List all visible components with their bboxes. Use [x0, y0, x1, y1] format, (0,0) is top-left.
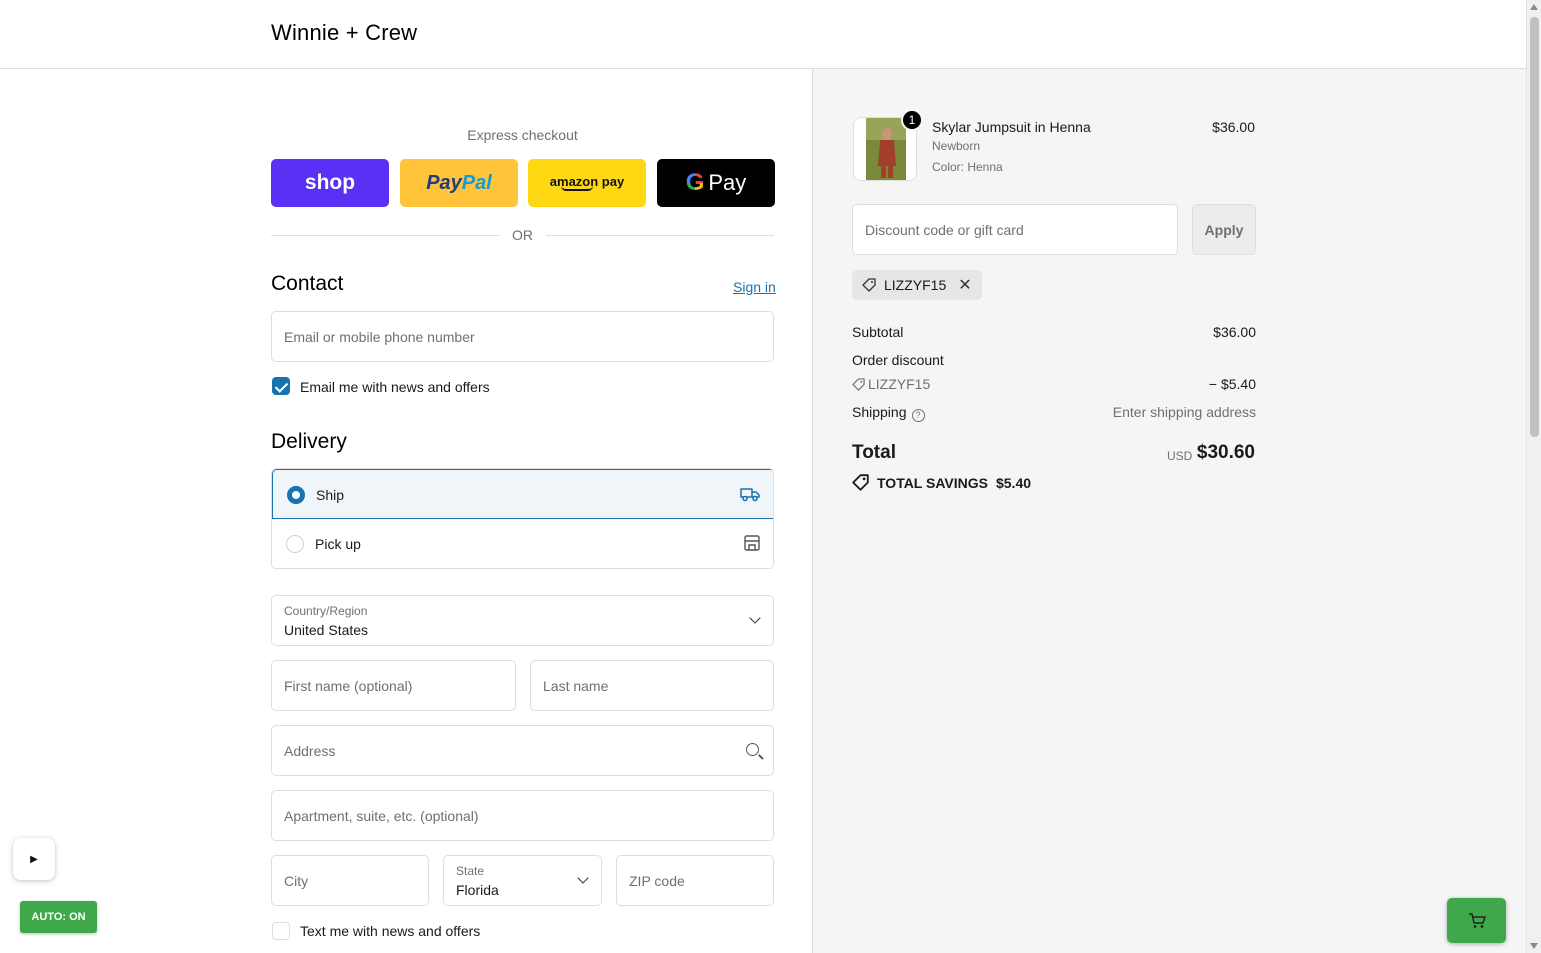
google-pay-label: Pay	[708, 170, 747, 195]
email-field[interactable]	[271, 311, 774, 362]
or-divider: OR	[271, 227, 774, 243]
discount-input[interactable]	[853, 205, 1177, 254]
site-header: Winnie + Crew	[0, 0, 1526, 69]
email-news-checkbox[interactable]	[272, 377, 290, 395]
state-value: Florida	[456, 882, 499, 898]
address-field[interactable]	[271, 725, 774, 776]
subtotal-label: Subtotal	[852, 324, 904, 340]
checkout-form: Express checkout shop Pay Pal amazon pay …	[0, 69, 812, 953]
truck-icon	[740, 488, 760, 502]
order-summary: 1 Skylar Jumpsuit in Henna Newborn Color…	[812, 69, 1526, 953]
shipping-label: Shipping	[852, 404, 907, 420]
contact-title: Contact	[271, 272, 344, 295]
scroll-thumb[interactable]	[1530, 17, 1539, 437]
zip-field[interactable]	[616, 855, 774, 906]
shop-pay-label: shop	[304, 171, 356, 194]
zip-input[interactable]	[617, 856, 773, 905]
delivery-option-pickup[interactable]: Pick up	[272, 519, 773, 568]
email-input[interactable]	[272, 312, 773, 361]
total-label: Total	[852, 442, 896, 463]
product-size: Newborn	[932, 139, 981, 153]
page-scrollbar[interactable]	[1526, 0, 1541, 953]
help-icon[interactable]: ?	[911, 409, 925, 422]
text-news-label: Text me with news and offers	[300, 923, 481, 939]
country-label: Country/Region	[284, 604, 368, 618]
order-discount-label: Order discount	[852, 352, 944, 368]
order-discount-row: Order discount	[852, 352, 1256, 368]
discount-value: − $5.40	[1208, 376, 1256, 392]
city-input[interactable]	[272, 856, 428, 905]
discount-code-label: LIZZYF15	[868, 376, 931, 392]
play-button[interactable]: ▶	[13, 838, 55, 880]
discount-code-row: LIZZYF15 − $5.40	[852, 376, 1256, 392]
first-name-field[interactable]	[271, 660, 516, 711]
auto-toggle-button[interactable]: AUTO: ON	[20, 901, 97, 933]
tag-icon	[862, 278, 876, 292]
quantity-badge: 1	[901, 109, 923, 131]
subtotal-value: $36.00	[1213, 324, 1256, 340]
delivery-options: Ship Pick up	[271, 468, 774, 569]
email-news-label: Email me with news and offers	[300, 379, 490, 395]
scroll-down-arrow-icon[interactable]	[1530, 943, 1538, 949]
savings-label: TOTAL SAVINGS	[877, 474, 988, 491]
product-color: Color: Henna	[932, 160, 1003, 174]
total-currency: USD	[1167, 449, 1193, 463]
cart-button[interactable]	[1447, 898, 1506, 943]
product-price: $36.00	[1212, 119, 1255, 135]
cart-icon	[1468, 912, 1486, 928]
search-icon[interactable]	[746, 743, 759, 756]
shop-pay-button[interactable]: shop	[271, 159, 389, 207]
discount-code-item: LIZZYF15	[852, 376, 930, 392]
ship-radio[interactable]	[287, 486, 305, 504]
sign-in-link[interactable]: Sign in	[733, 279, 776, 295]
remove-code-icon[interactable]: ✕	[958, 275, 971, 295]
state-select[interactable]: State Florida	[443, 855, 602, 906]
tag-icon	[852, 378, 865, 391]
store-icon	[744, 535, 760, 551]
total-savings: TOTAL SAVINGS $5.40	[852, 474, 1031, 491]
last-name-field[interactable]	[530, 660, 774, 711]
delivery-option-ship[interactable]: Ship	[272, 469, 773, 519]
delivery-title: Delivery	[271, 430, 347, 453]
apartment-input[interactable]	[272, 791, 773, 840]
paypal-button[interactable]: Pay Pal	[400, 159, 518, 207]
ship-label: Ship	[316, 487, 345, 503]
pickup-label: Pick up	[315, 536, 361, 552]
total-value: $30.60	[1196, 442, 1255, 463]
google-pay-button[interactable]: G Pay	[657, 159, 775, 207]
tag-icon	[852, 474, 869, 491]
subtotal-row: Subtotal $36.00	[852, 324, 1256, 340]
apply-button[interactable]: Apply	[1192, 204, 1256, 255]
last-name-input[interactable]	[531, 661, 773, 710]
express-checkout-title: Express checkout	[467, 127, 578, 143]
shipping-row: Shipping? Enter shipping address	[852, 404, 1256, 422]
chevron-down-icon	[577, 872, 589, 884]
shipping-value: Enter shipping address	[1112, 404, 1256, 420]
scroll-up-arrow-icon[interactable]	[1530, 4, 1538, 10]
savings-value: $5.40	[995, 474, 1032, 491]
brand-logo[interactable]: Winnie + Crew	[271, 20, 417, 46]
amazon-pay-button[interactable]: amazon pay	[528, 159, 646, 207]
address-input[interactable]	[272, 726, 773, 775]
apartment-field[interactable]	[271, 790, 774, 841]
city-field[interactable]	[271, 855, 429, 906]
applied-code-chip: LIZZYF15 ✕	[852, 270, 982, 300]
applied-code-label: LIZZYF15	[884, 277, 947, 293]
text-news-checkbox[interactable]	[272, 922, 290, 940]
first-name-input[interactable]	[272, 661, 515, 710]
chevron-down-icon	[749, 612, 761, 624]
amazon-smile-icon	[561, 186, 593, 191]
divider-line-right	[546, 235, 774, 236]
paypal-label-b: Pal	[461, 171, 492, 194]
country-value: United States	[284, 622, 369, 638]
discount-field[interactable]	[852, 204, 1178, 255]
product-name: Skylar Jumpsuit in Henna	[932, 119, 1091, 135]
google-g-icon: G	[685, 169, 705, 196]
state-label: State	[456, 864, 485, 878]
paypal-label-a: Pay	[426, 171, 462, 194]
country-select[interactable]: Country/Region United States	[271, 595, 774, 646]
pickup-radio[interactable]	[286, 535, 304, 553]
